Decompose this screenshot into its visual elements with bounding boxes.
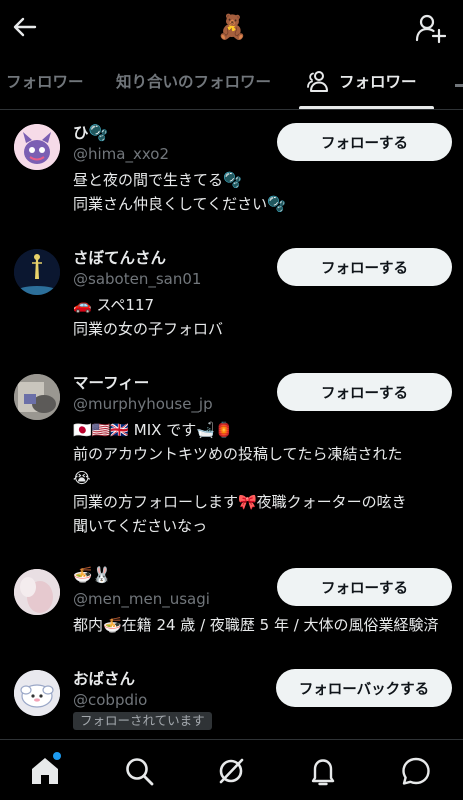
person-plus-icon[interactable] — [414, 12, 446, 44]
user-name[interactable]: さぼてんさん — [73, 246, 166, 268]
message-icon[interactable] — [399, 754, 433, 788]
user-bio: 都内🍜在籍 24 歳 / 夜職歴 5 年 / 大体の風俗業経験済 — [73, 613, 448, 637]
follow-button[interactable]: フォローする — [277, 373, 452, 411]
tab-label: フォロワー — [6, 73, 84, 91]
tab-bar: フォロワー 知り合いのフォロワー フォロワー — [0, 56, 463, 110]
ghost-avatar-image — [14, 124, 60, 170]
avatar[interactable] — [14, 374, 60, 420]
list-item[interactable]: おばさん @cobpdio フォローされています フォローバックする — [0, 667, 463, 747]
bio-line: 🇯🇵🇺🇸🇬🇧 MIX です🛁🏮 — [73, 421, 234, 439]
avatar[interactable] — [14, 569, 60, 615]
bottom-nav — [0, 739, 463, 800]
avatar[interactable] — [14, 124, 60, 170]
bio-line: 都内🍜在籍 24 歳 / 夜職歴 5 年 / 大体の風俗業経験済 — [73, 616, 439, 634]
user-handle: @murphyhouse_jp — [73, 395, 213, 413]
bio-line: 前のアカウントキツめの投稿してたら凍結された — [73, 445, 403, 463]
user-handle: @men_men_usagi — [73, 590, 210, 608]
search-icon[interactable] — [122, 754, 156, 788]
bio-line: 😭 — [73, 469, 91, 487]
arrow-left-icon[interactable] — [10, 12, 40, 42]
list-item[interactable]: さぼてんさん @saboten_san01 🚗 スペ117 同業の女の子フォロバ… — [0, 246, 463, 366]
avatar[interactable] — [14, 249, 60, 295]
notification-dot — [53, 752, 61, 760]
grok-icon[interactable] — [214, 754, 248, 788]
top-bar: 🧸 — [0, 0, 463, 54]
user-name[interactable]: マーフィー — [73, 371, 149, 393]
user-bio: 🚗 スペ117 同業の女の子フォロバ — [73, 293, 448, 341]
bio-line: 🚗 スペ117 — [73, 296, 155, 314]
character-avatar-image — [14, 670, 60, 716]
photo-avatar-image — [14, 569, 60, 615]
dancer-avatar-image — [14, 249, 60, 295]
tab-mutual-followers[interactable]: 知り合いのフォロワー — [116, 56, 272, 109]
people-icon — [307, 70, 328, 92]
tab-label: フォロワー — [339, 73, 417, 91]
follow-back-button[interactable]: フォローバックする — [276, 669, 452, 707]
user-name[interactable]: ひ🫧 — [73, 121, 108, 143]
user-handle: @saboten_san01 — [73, 270, 202, 288]
list-item[interactable]: 🍜🐰 @men_men_usagi 都内🍜在籍 24 歳 / 夜職歴 5 年 /… — [0, 566, 463, 666]
user-name[interactable]: 🍜🐰 — [73, 566, 112, 584]
tab-overflow-edge[interactable] — [455, 56, 463, 109]
follows-you-badge: フォローされています — [73, 712, 212, 730]
bio-line: 同業の方フォローします🎀夜職クォーターの呟き — [73, 493, 407, 511]
bio-line: 昼と夜の間で生きてる🫧 — [73, 171, 242, 189]
user-bio: 🇯🇵🇺🇸🇬🇧 MIX です🛁🏮 前のアカウントキツめの投稿してたら凍結された 😭… — [73, 418, 448, 538]
bio-line: 同業さん仲良くしてください🫧 — [73, 195, 286, 213]
bio-line: 聞いてくださいなっ — [73, 517, 208, 535]
list-item[interactable]: ひ🫧 @hima_xxo2 昼と夜の間で生きてる🫧 同業さん仲良くしてください🫧… — [0, 121, 463, 241]
user-name[interactable]: おばさん — [73, 667, 135, 689]
follow-button[interactable]: フォローする — [277, 248, 452, 286]
tab-followers-partial[interactable]: フォロワー — [6, 56, 84, 109]
follow-button[interactable]: フォローする — [277, 568, 452, 606]
user-handle: @cobpdio — [73, 691, 148, 709]
profile-title-emoji: 🧸 — [217, 13, 247, 41]
avatar[interactable] — [14, 670, 60, 716]
user-bio: 昼と夜の間で生きてる🫧 同業さん仲良くしてください🫧 — [73, 168, 448, 216]
bell-icon[interactable] — [306, 754, 340, 788]
active-tab-indicator — [299, 106, 434, 109]
user-handle: @hima_xxo2 — [73, 145, 169, 163]
photo-avatar-image — [14, 374, 60, 420]
list-item[interactable]: マーフィー @murphyhouse_jp 🇯🇵🇺🇸🇬🇧 MIX です🛁🏮 前の… — [0, 371, 463, 561]
tab-followers[interactable]: フォロワー — [299, 56, 434, 109]
tab-label: 知り合いのフォロワー — [116, 73, 272, 91]
follow-button[interactable]: フォローする — [277, 123, 452, 161]
bio-line: 同業の女の子フォロバ — [73, 320, 224, 338]
